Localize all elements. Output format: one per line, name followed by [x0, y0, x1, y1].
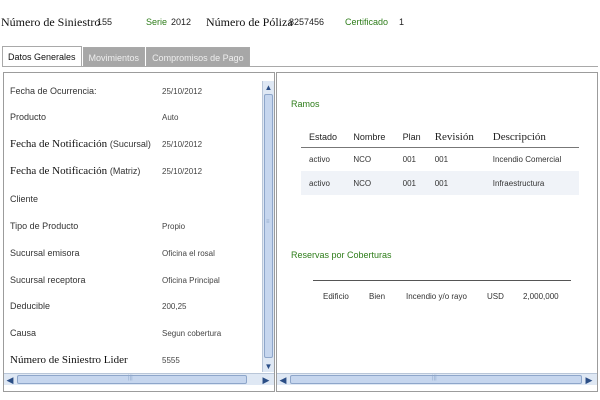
field-producto: Producto Auto	[10, 104, 260, 130]
field-value: 25/10/2012	[162, 139, 203, 149]
table-cell: NCO	[345, 171, 395, 195]
certificado-value: 1	[399, 17, 405, 27]
field-fecha-notificacion-sucursal: Fecha de Notificación (Sucursal) 25/10/2…	[10, 131, 260, 157]
scroll-left-icon[interactable]: ◀	[277, 374, 289, 386]
scrollbar-thumb[interactable]	[264, 94, 273, 358]
ramos-table: Estado Nombre Plan Revisión Descripción …	[301, 127, 579, 195]
field-label: Tipo de Producto	[10, 221, 79, 231]
reservas-row: Edificio Bien Incendio y/o rayo USD 2,00…	[313, 287, 571, 305]
table-cell: 001	[402, 154, 417, 164]
scroll-left-icon[interactable]: ◀	[4, 374, 16, 386]
field-sucursal-emisora: Sucursal emisora Oficina el rosal	[10, 240, 260, 266]
tab-datos-generales[interactable]: Datos Generales	[2, 46, 82, 67]
field-fecha-notificacion-matriz: Fecha de Notificación (Matriz) 25/10/201…	[10, 158, 260, 184]
serie-label: Serie	[146, 17, 168, 27]
grip-icon: ≡	[266, 219, 270, 225]
field-label-main: Fecha de Notificación	[10, 138, 108, 150]
field-label: Fecha de Notificación (Sucursal)	[10, 138, 162, 150]
tab-compromisos-de-pago[interactable]: Compromisos de Pago	[146, 47, 250, 67]
column-header: Plan	[394, 127, 427, 148]
field-value: 25/10/2012	[162, 166, 203, 176]
table-cell: activo	[309, 154, 330, 164]
field-label: Deducible	[10, 301, 51, 311]
field-value: Propio	[162, 221, 186, 231]
table-cell: 001	[426, 171, 485, 195]
field-cliente: Cliente	[10, 186, 260, 212]
coverage-cell: Bien	[369, 291, 386, 301]
field-value: Oficina el rosal	[162, 248, 215, 258]
field-tipo-producto: Tipo de Producto Propio	[10, 213, 260, 239]
field-value: Segun cobertura	[162, 328, 222, 338]
reservas-title: Reservas por Coberturas	[291, 250, 392, 260]
field-siniestro-lider: Número de Siniestro Lider 5555	[10, 347, 260, 373]
field-value: 200,25	[162, 301, 187, 311]
reservas-divider	[313, 280, 571, 281]
coverage-cell: Edificio	[323, 291, 349, 301]
coverage-cell: Incendio y/o rayo	[406, 291, 467, 301]
siniestro-label: Número de Siniestro	[1, 14, 101, 29]
left-vertical-scrollbar[interactable]: ▲ ≡ ▼	[262, 81, 274, 372]
field-label: Producto	[10, 112, 47, 122]
column-header: Descripción	[484, 127, 579, 148]
scroll-up-icon[interactable]: ▲	[263, 81, 274, 93]
table-cell: Incendio Comercial	[492, 154, 562, 164]
table-row[interactable]: activo NCO 001 001 Infraestructura	[301, 171, 579, 195]
grip-icon: |||	[432, 375, 437, 381]
field-value: Oficina Principal	[162, 275, 220, 285]
grip-icon: |||	[128, 375, 133, 381]
field-label: Causa	[10, 328, 37, 338]
coverage-cell: USD	[487, 291, 504, 301]
general-data-panel: Fecha de Ocurrencia: 25/10/2012 Producto…	[3, 72, 275, 392]
table-cell: NCO	[353, 154, 372, 164]
field-label: Fecha de Notificación (Matriz)	[10, 165, 162, 177]
column-header: Nombre	[345, 127, 395, 148]
right-horizontal-scrollbar[interactable]: ◀ ||| ▶	[277, 373, 597, 385]
certificado-label: Certificado	[345, 17, 389, 27]
details-panel: Ramos Estado Nombre Plan Revisión Descri…	[276, 72, 598, 392]
scroll-right-icon[interactable]: ▶	[260, 374, 272, 386]
field-label: Sucursal emisora	[10, 248, 80, 258]
field-deducible: Deducible 200,25	[10, 293, 260, 319]
tab-movimientos[interactable]: Movimientos	[82, 47, 146, 67]
left-horizontal-scrollbar[interactable]: ◀ ||| ▶	[4, 373, 274, 385]
field-value: 5555	[162, 355, 180, 365]
table-cell: 001	[434, 154, 449, 164]
field-causa: Causa Segun cobertura	[10, 320, 260, 346]
table-cell: 001	[394, 171, 427, 195]
table-cell: Infraestructura	[484, 171, 579, 195]
coverage-cell: 2,000,000	[523, 291, 559, 301]
field-label: Número de Siniestro Lider	[10, 354, 128, 366]
tab-bar: Datos Generales Movimientos Compromisos …	[2, 46, 251, 67]
field-label: Cliente	[10, 194, 39, 204]
scroll-down-icon[interactable]: ▼	[263, 360, 274, 372]
field-label-suffix: (Matriz)	[109, 166, 141, 176]
poliza-label: Número de Póliza	[206, 14, 293, 29]
field-label: Sucursal receptora	[10, 275, 86, 285]
field-value: 25/10/2012	[162, 86, 203, 96]
scroll-right-icon[interactable]: ▶	[583, 374, 595, 386]
siniestro-value: 155	[97, 17, 113, 27]
field-value: Auto	[162, 112, 179, 122]
field-sucursal-receptora: Sucursal receptora Oficina Principal	[10, 267, 260, 293]
ramos-title: Ramos	[291, 99, 320, 109]
table-cell: activo	[301, 171, 346, 195]
column-header: Estado	[301, 127, 346, 148]
table-row[interactable]: activo NCO 001 001 Incendio Comercial	[301, 147, 579, 171]
serie-value: 2012	[171, 17, 192, 27]
column-header: Revisión	[426, 127, 485, 148]
field-fecha-ocurrencia: Fecha de Ocurrencia: 25/10/2012	[10, 78, 260, 104]
table-header-row: Estado Nombre Plan Revisión Descripción	[301, 127, 579, 148]
field-label-suffix: (Sucursal)	[109, 139, 151, 149]
field-label-main: Fecha de Notificación	[10, 165, 108, 177]
poliza-value: 8257456	[289, 17, 325, 27]
claim-header: Número de Siniestro 155 Serie 2012 Númer…	[0, 13, 600, 31]
field-label: Fecha de Ocurrencia:	[10, 86, 97, 96]
